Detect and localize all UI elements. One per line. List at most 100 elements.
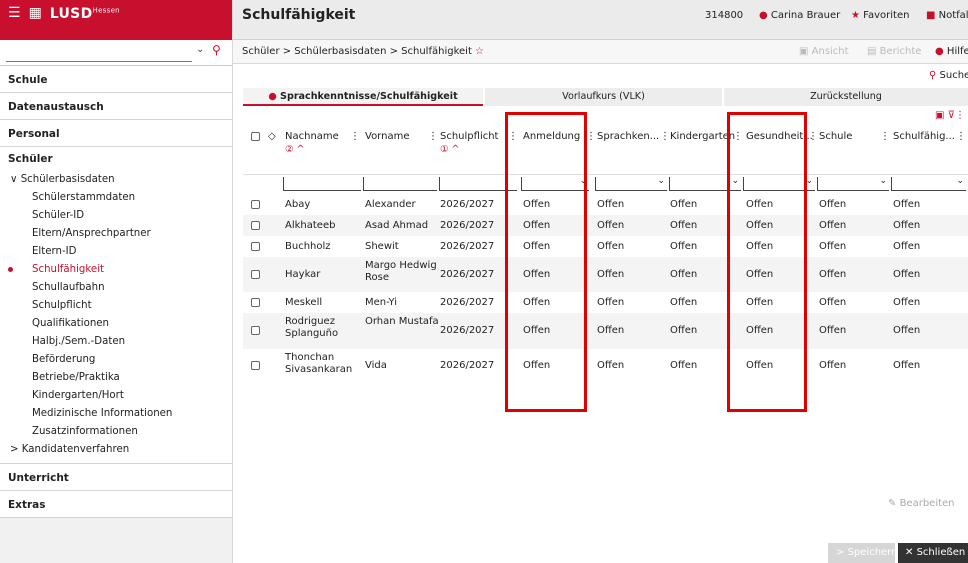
nav-section-personal[interactable]: Personal bbox=[0, 120, 232, 147]
column-schulfaehigkeit[interactable]: Schulfähig... bbox=[893, 130, 955, 143]
nav-section-schule[interactable]: Schule bbox=[0, 66, 232, 93]
row-checkbox[interactable] bbox=[251, 361, 260, 370]
row-checkbox[interactable] bbox=[251, 326, 260, 335]
row-checkbox[interactable] bbox=[251, 242, 260, 251]
cell-vorname: Vida bbox=[365, 360, 387, 371]
tab-zurueckstellung[interactable]: Zurückstellung bbox=[724, 88, 968, 106]
chevron-down-icon: ∨ bbox=[10, 174, 21, 185]
calendar-icon[interactable]: ▦ bbox=[29, 6, 42, 20]
cell-vorname: Asad Ahmad bbox=[365, 220, 429, 231]
speichern-button[interactable]: > Speichern bbox=[828, 543, 897, 563]
active-dot-icon: ● bbox=[268, 91, 277, 102]
favorite-star-icon[interactable]: ☆ bbox=[475, 46, 484, 57]
table-header: ◇ Nachname ② ^ ⋮ Vorname ⋮ Schulpflicht ① … bbox=[243, 118, 968, 175]
schliessen-button[interactable]: ✕ Schließen bbox=[898, 543, 968, 563]
search-link[interactable]: ⚲ Suche bbox=[929, 70, 968, 81]
cell-nachname: Buchholz bbox=[285, 241, 331, 252]
column-schulpflicht[interactable]: Schulpflicht ① ^ bbox=[440, 130, 498, 156]
table-row[interactable]: Rodriguez Splanguño Orhan Mustafa 2026/202… bbox=[243, 313, 968, 349]
help-icon: ● bbox=[935, 46, 944, 57]
sidebar-item-eltern-ansprechpartner[interactable]: Eltern/Ansprechpartner bbox=[0, 225, 232, 243]
row-checkbox[interactable] bbox=[251, 221, 260, 230]
sidebar-item-befoerderung[interactable]: Beförderung bbox=[0, 351, 232, 369]
hilfe-button[interactable]: ● Hilfe bbox=[935, 46, 968, 57]
sidebar-item-betriebe-praktika[interactable]: Betriebe/Praktika bbox=[0, 369, 232, 387]
sidebar-item-schulpflicht[interactable]: Schulpflicht bbox=[0, 297, 232, 315]
table-row[interactable]: Thonchan Sivasankaran Vida 2026/2027 Offen O… bbox=[243, 349, 968, 382]
table-row[interactable]: Meskell Men-Yi 2026/2027 Offen Offen Offen Off… bbox=[243, 292, 968, 313]
sidebar-item-schuelerstammdaten[interactable]: Schülerstammdaten bbox=[0, 189, 232, 207]
row-checkbox[interactable] bbox=[251, 298, 260, 307]
cell-schulpflicht: 2026/2027 bbox=[440, 325, 495, 336]
column-menu-icon[interactable]: ⋮ bbox=[350, 130, 360, 143]
sort-icon[interactable]: ◇ bbox=[268, 130, 276, 143]
column-sprachkenntnisse[interactable]: Sprachken... bbox=[597, 130, 659, 143]
filter-sprachkenntnisse[interactable]: ⌄ bbox=[595, 176, 667, 191]
sidebar-item-halbj-sem-daten[interactable]: Halbj./Sem.-Daten bbox=[0, 333, 232, 351]
sidebar-item-zusatzinformationen[interactable]: Zusatzinformationen bbox=[0, 423, 232, 441]
column-menu-icon[interactable]: ⋮ bbox=[586, 130, 596, 143]
table-row[interactable]: Abay Alexander 2026/2027 Offen Offen Offen Off… bbox=[243, 195, 968, 215]
table-row[interactable]: Haykar Margo Hedwig Rose 2026/2027 Offen Off… bbox=[243, 257, 968, 292]
nav-group-kandidatenverfahren[interactable]: > Kandidatenverfahren bbox=[0, 441, 232, 459]
nav-section-datenaustausch[interactable]: Datenaustausch bbox=[0, 93, 232, 120]
filter-row: ⌄ ⌄ ⌄ ⌄ ⌄ ⌄ bbox=[243, 175, 968, 195]
column-menu-icon[interactable]: ⋮ bbox=[660, 130, 670, 143]
bearbeiten-button[interactable]: ✎ Bearbeiten bbox=[888, 498, 955, 509]
column-menu-icon[interactable]: ⋮ bbox=[808, 130, 818, 143]
sidebar-item-schueler-id[interactable]: Schüler-ID bbox=[0, 207, 232, 225]
select-all-checkbox[interactable] bbox=[251, 132, 260, 141]
sidebar-item-eltern-id[interactable]: Eltern-ID bbox=[0, 243, 232, 261]
table-row[interactable]: Alkhateeb Asad Ahmad 2026/2027 Offen Offen Of… bbox=[243, 215, 968, 236]
row-checkbox[interactable] bbox=[251, 270, 260, 279]
ansicht-button[interactable]: ▣ Ansicht bbox=[799, 46, 849, 57]
notfall-button[interactable]: ■ Notfal bbox=[926, 10, 968, 21]
sort-indicator: ② ^ bbox=[285, 144, 305, 155]
cell-schulfaehigkeit: Offen bbox=[893, 241, 921, 252]
sidebar-item-medizinische-informationen[interactable]: Medizinische Informationen bbox=[0, 405, 232, 423]
cell-sprachkenntnisse: Offen bbox=[597, 220, 625, 231]
sidebar-search-input[interactable] bbox=[6, 44, 192, 62]
filter-nachname[interactable] bbox=[283, 177, 361, 191]
column-schule[interactable]: Schule bbox=[819, 130, 852, 143]
cell-vorname: Margo Hedwig Rose bbox=[365, 260, 437, 283]
sidebar-item-qualifikationen[interactable]: Qualifikationen bbox=[0, 315, 232, 333]
nav-section-extras[interactable]: Extras bbox=[0, 491, 232, 518]
column-kindergarten[interactable]: Kindergarten bbox=[670, 130, 735, 143]
nav-section-schueler-header[interactable]: Schüler bbox=[0, 153, 232, 171]
row-checkbox[interactable] bbox=[251, 200, 260, 209]
column-menu-icon[interactable]: ⋮ bbox=[880, 130, 890, 143]
tab-sprachkenntnisse[interactable]: ● Sprachkenntnisse/Schulfähigkeit bbox=[243, 88, 483, 106]
filter-vorname[interactable] bbox=[363, 177, 437, 191]
table-row[interactable]: Buchholz Shewit 2026/2027 Offen Offen Offen Of… bbox=[243, 236, 968, 257]
nav-section-unterricht[interactable]: Unterricht bbox=[0, 464, 232, 491]
column-menu-icon[interactable]: ⋮ bbox=[428, 130, 438, 143]
berichte-button[interactable]: ▤ Berichte bbox=[867, 46, 921, 57]
cell-schulfaehigkeit: Offen bbox=[893, 269, 921, 280]
filter-schule[interactable]: ⌄ bbox=[817, 176, 889, 191]
user-menu[interactable]: ● Carina Brauer bbox=[759, 10, 840, 21]
nav-group-schuelerbasisdaten[interactable]: ∨ Schülerbasisdaten bbox=[0, 171, 232, 189]
column-menu-icon[interactable]: ⋮ bbox=[956, 130, 966, 143]
tab-vorlaufkurs[interactable]: Vorlaufkurs (VLK) bbox=[485, 88, 722, 106]
search-icon[interactable]: ⚲ bbox=[212, 43, 221, 57]
sidebar-item-schulfaehigkeit[interactable]: Schulfähigkeit bbox=[0, 261, 232, 279]
filter-schulfaehigkeit[interactable]: ⌄ bbox=[891, 176, 966, 191]
hamburger-icon[interactable]: ☰ bbox=[8, 6, 21, 20]
edit-icon: ✎ bbox=[888, 498, 897, 509]
brand-bar: ☰ ▦ LUSDHessen bbox=[0, 0, 232, 40]
cell-nachname: Alkhateeb bbox=[285, 220, 336, 231]
cell-nachname: Abay bbox=[285, 199, 311, 210]
cell-schule: Offen bbox=[819, 297, 847, 308]
sidebar-item-kindergarten-hort[interactable]: Kindergarten/Hort bbox=[0, 387, 232, 405]
app-logo[interactable]: LUSDHessen bbox=[50, 6, 120, 22]
highlight-box-gesundheit bbox=[727, 112, 807, 412]
search-icon: ⚲ bbox=[929, 70, 937, 81]
chevron-down-icon[interactable]: ⌄ bbox=[196, 44, 204, 55]
column-vorname[interactable]: Vorname bbox=[365, 130, 409, 143]
cell-nachname: Rodriguez Splanguño bbox=[285, 316, 339, 339]
cell-vorname: Shewit bbox=[365, 241, 399, 252]
sidebar-item-schullaufbahn[interactable]: Schullaufbahn bbox=[0, 279, 232, 297]
column-nachname[interactable]: Nachname ② ^ bbox=[285, 130, 339, 156]
favorites-button[interactable]: ★ Favoriten bbox=[851, 10, 909, 21]
